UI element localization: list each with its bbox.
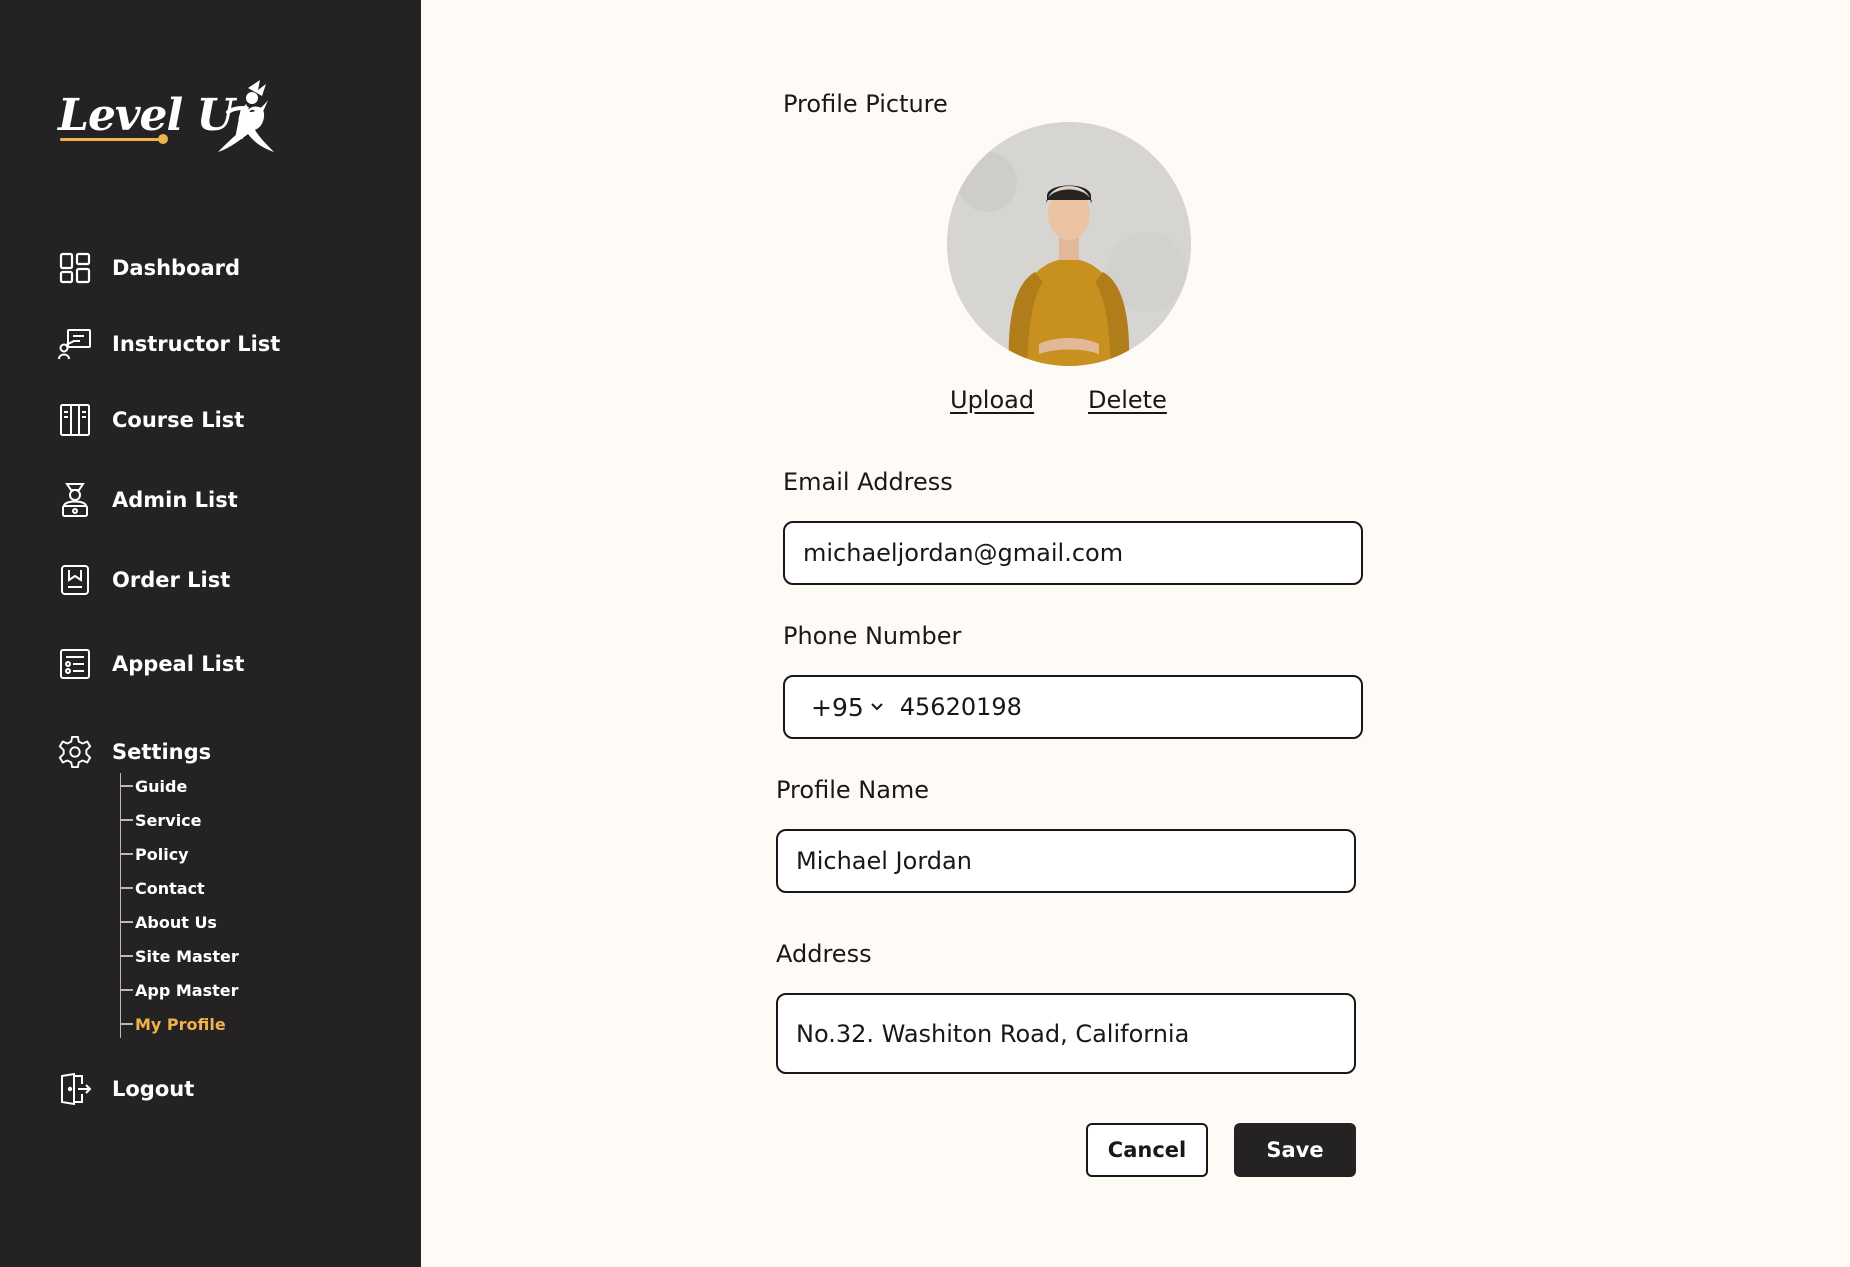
logout-door-icon <box>58 1072 92 1106</box>
sidebar-item-label: Course List <box>112 408 245 432</box>
profile-name-label: Profile Name <box>776 776 930 804</box>
profile-name-field[interactable] <box>778 847 1354 875</box>
profile-picture-label: Profile Picture <box>783 90 948 118</box>
submenu-item-contact[interactable]: Contact <box>121 875 205 901</box>
instructor-board-icon <box>58 327 92 361</box>
settings-submenu: Guide Service Policy Contact About Us Si… <box>120 773 321 1038</box>
country-code-select[interactable]: +95 <box>785 693 884 722</box>
logo-dot <box>158 134 168 144</box>
jumping-figure-icon <box>218 80 274 152</box>
profile-avatar[interactable] <box>947 122 1191 366</box>
sidebar-item-dashboard[interactable]: Dashboard <box>58 248 240 288</box>
sidebar-item-label: Admin List <box>112 488 238 512</box>
delete-button[interactable]: Delete <box>1088 386 1167 414</box>
sidebar-item-label: Appeal List <box>112 652 245 676</box>
submenu-item-service[interactable]: Service <box>121 807 202 833</box>
chevron-down-icon <box>871 703 883 711</box>
gear-icon <box>58 735 92 769</box>
submenu-item-policy[interactable]: Policy <box>121 841 189 867</box>
phone-label: Phone Number <box>783 622 962 650</box>
cancel-button[interactable]: Cancel <box>1086 1123 1208 1177</box>
logout-button[interactable]: Logout <box>58 1069 194 1109</box>
sidebar-item-instructor-list[interactable]: Instructor List <box>58 324 280 364</box>
phone-input[interactable] <box>883 693 1361 721</box>
sidebar-item-course-list[interactable]: Course List <box>58 400 244 440</box>
submenu-item-my-profile[interactable]: My Profile <box>121 1011 226 1037</box>
address-field[interactable] <box>778 1019 1354 1048</box>
address-label: Address <box>776 940 872 968</box>
email-field[interactable] <box>785 539 1361 567</box>
sidebar-item-label: Dashboard <box>112 256 241 280</box>
submenu-item-site-master[interactable]: Site Master <box>121 943 239 969</box>
save-button[interactable]: Save <box>1234 1123 1356 1177</box>
book-list-icon <box>58 403 92 437</box>
country-code-value: +95 <box>811 692 864 722</box>
sidebar-item-settings[interactable]: Settings <box>58 732 211 772</box>
appeal-list-icon <box>58 647 92 681</box>
email-label: Email Address <box>783 468 953 496</box>
sidebar-item-admin-list[interactable]: Admin List <box>58 480 238 520</box>
sidebar-item-label: Order List <box>112 568 231 592</box>
profile-name-field-box <box>776 829 1356 893</box>
phone-field-box: +95 <box>783 675 1363 739</box>
sidebar-item-appeal-list[interactable]: Appeal List <box>58 644 244 684</box>
submenu-item-guide[interactable]: Guide <box>121 773 187 799</box>
address-field-box <box>776 993 1356 1074</box>
email-field-box <box>783 521 1363 585</box>
level-up-logo[interactable]: Level Up <box>58 78 278 160</box>
sidebar-item-label: Instructor List <box>112 332 281 356</box>
order-bookmark-icon <box>58 563 92 597</box>
profile-main: Profile Picture Upload Delete Email Addr… <box>421 0 1850 1267</box>
logo-underline <box>60 138 164 141</box>
admin-person-icon <box>58 483 92 517</box>
dashboard-grid-icon <box>58 251 92 285</box>
submenu-item-about-us[interactable]: About Us <box>121 909 217 935</box>
upload-button[interactable]: Upload <box>950 386 1034 414</box>
sidebar-item-order-list[interactable]: Order List <box>58 560 230 600</box>
avatar-photo <box>947 122 1191 366</box>
sidebar: Level Up Dashboard Instructor List Cours… <box>0 0 421 1267</box>
submenu-item-app-master[interactable]: App Master <box>121 977 239 1003</box>
logout-label: Logout <box>112 1077 195 1101</box>
sidebar-item-label: Settings <box>112 740 212 764</box>
